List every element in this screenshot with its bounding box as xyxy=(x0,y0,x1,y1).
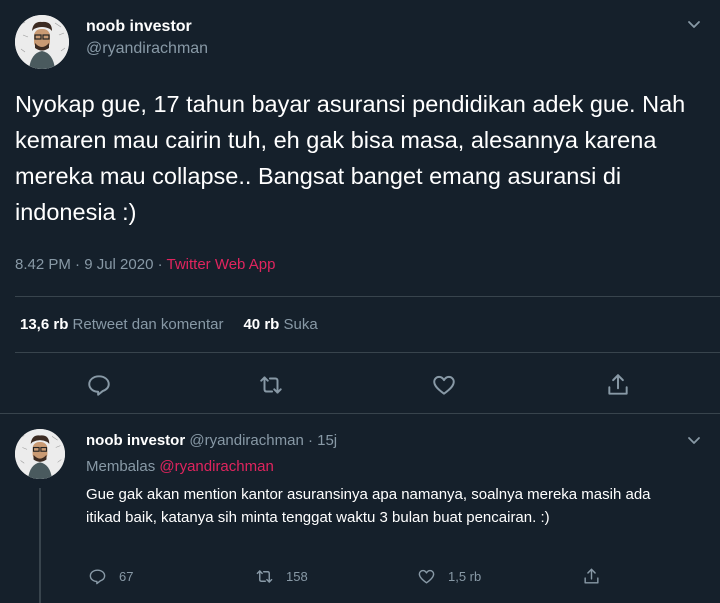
share-icon[interactable] xyxy=(605,372,631,398)
retweets-stat[interactable]: 13,6 rb Retweet dan komentar xyxy=(20,316,223,333)
comment-icon xyxy=(89,568,106,584)
reply-like-button[interactable]: 1,5 rb xyxy=(417,566,481,586)
retweets-label: Retweet dan komentar xyxy=(72,316,224,333)
heart-icon xyxy=(418,569,435,584)
divider xyxy=(15,296,720,297)
engagement-stats: 13,6 rb Retweet dan komentar 40 rb Suka xyxy=(20,316,318,333)
avatar[interactable] xyxy=(15,15,69,69)
reply-retweet-button[interactable]: 158 xyxy=(255,566,308,586)
tweet-text: Nyokap gue, 17 tahun bayar asuransi pend… xyxy=(15,91,686,225)
reply-handle-time[interactable]: @ryandirachman · 15j xyxy=(189,432,337,449)
reply-author-name[interactable]: noob investor xyxy=(86,432,185,449)
tweet-timestamp: 8.42 PM · 9 Jul 2020 · Twitter Web App xyxy=(15,256,275,273)
retweets-count: 13,6 rb xyxy=(20,316,69,333)
author-display-name[interactable]: noob investor xyxy=(86,18,192,36)
reply-header: noob investor @ryandirachman · 15j xyxy=(86,432,337,449)
tweet-time-date[interactable]: 8.42 PM · 9 Jul 2020 · xyxy=(15,256,166,273)
divider xyxy=(15,352,720,353)
likes-count: 40 rb xyxy=(243,316,280,333)
tweet-source-link[interactable]: Twitter Web App xyxy=(166,256,275,273)
comment-icon[interactable] xyxy=(86,372,112,398)
author-handle[interactable]: @ryandirachman xyxy=(86,40,208,58)
heart-icon[interactable] xyxy=(431,372,457,398)
retweet-count: 158 xyxy=(286,568,308,584)
share-icon xyxy=(584,568,599,584)
chevron-down-icon[interactable] xyxy=(684,430,704,450)
replying-prefix: Membalas xyxy=(86,458,160,475)
replying-to-link[interactable]: @ryandirachman xyxy=(159,458,273,475)
retweet-icon xyxy=(256,569,273,583)
avatar[interactable] xyxy=(15,429,65,479)
replying-to: Membalas @ryandirachman xyxy=(86,458,274,475)
retweet-icon[interactable] xyxy=(258,372,284,398)
divider xyxy=(0,413,720,414)
likes-stat[interactable]: 40 rb Suka xyxy=(243,316,317,333)
chevron-down-icon[interactable] xyxy=(684,14,704,34)
likes-label: Suka xyxy=(283,316,318,333)
reply-comment-button[interactable]: 67 xyxy=(88,566,133,586)
reply-text: Gue gak akan mention kantor asuransinya … xyxy=(86,486,651,526)
thread-line xyxy=(39,488,41,603)
reply-share-button[interactable] xyxy=(582,566,613,586)
reply-count: 67 xyxy=(119,568,134,584)
like-count: 1,5 rb xyxy=(448,568,482,584)
